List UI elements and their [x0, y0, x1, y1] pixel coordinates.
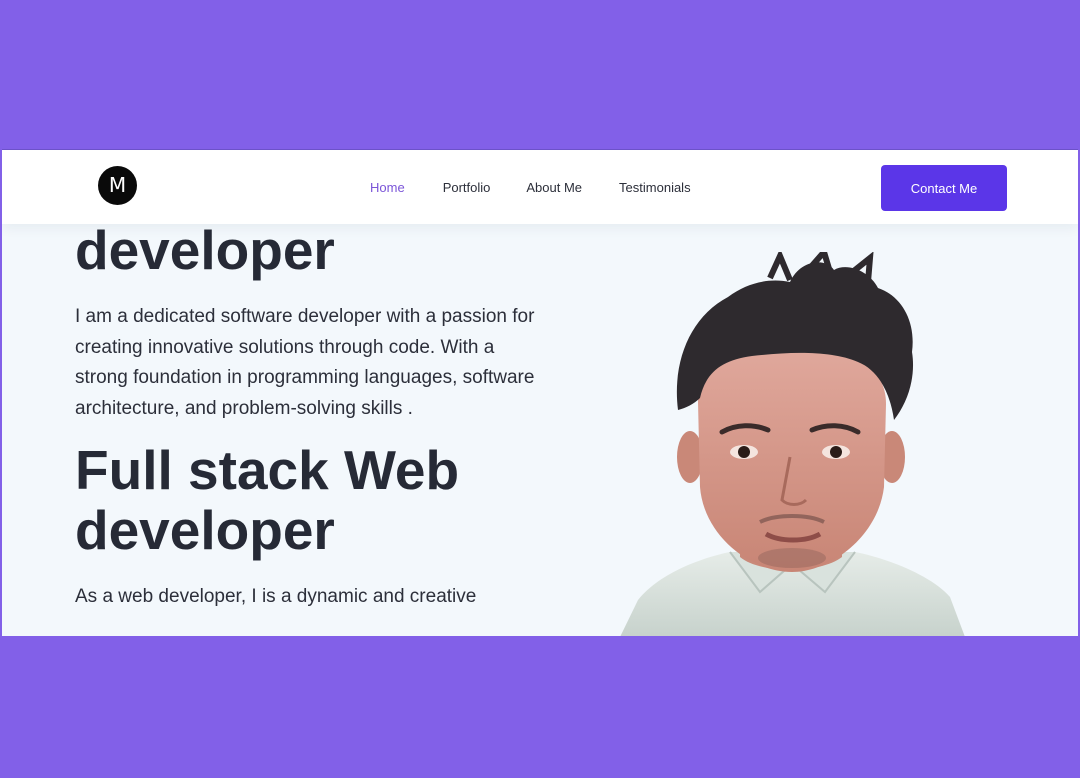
- section-heading: Full stack Web developer: [75, 440, 545, 560]
- intro-paragraph: I am a dedicated software developer with…: [75, 306, 535, 419]
- nav-link-portfolio[interactable]: Portfolio: [443, 180, 491, 195]
- logo-icon[interactable]: M: [98, 166, 137, 205]
- nav-link-testimonials[interactable]: Testimonials: [619, 180, 691, 195]
- profile-photo: [620, 252, 965, 636]
- contact-me-button[interactable]: Contact Me: [881, 165, 1007, 211]
- nav-link-about-me[interactable]: About Me: [526, 180, 582, 195]
- web-dev-paragraph: As a web developer, I is a dynamic and c…: [75, 586, 477, 608]
- section-heading-line1: Full stack Web: [75, 439, 460, 502]
- nav-links: Home Portfolio About Me Testimonials: [370, 180, 691, 195]
- browser-viewport: M Home Portfolio About Me Testimonials C…: [2, 149, 1078, 636]
- section-heading-line2: developer: [75, 499, 335, 562]
- navbar: M Home Portfolio About Me Testimonials C…: [2, 150, 1078, 224]
- nav-link-home[interactable]: Home: [370, 180, 405, 195]
- hero-heading-partial: developer: [75, 219, 335, 281]
- hero-content: developer I am a dedicated software deve…: [75, 220, 545, 613]
